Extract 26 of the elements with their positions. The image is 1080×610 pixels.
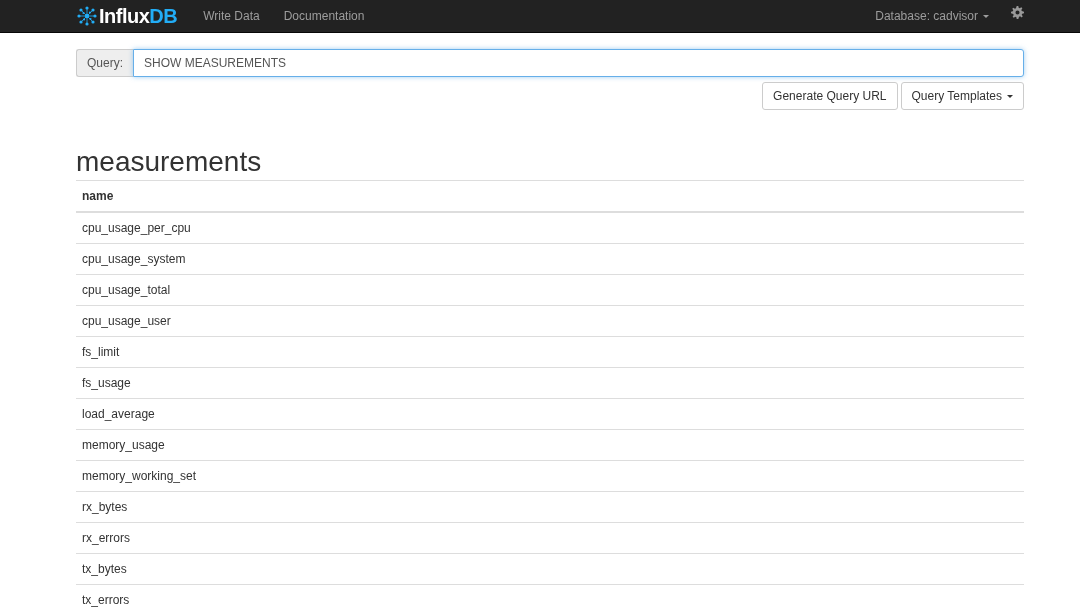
table-cell: memory_working_set <box>76 460 1024 492</box>
column-header: name <box>76 180 1024 212</box>
caret-icon <box>1007 94 1013 98</box>
table-cell: cpu_usage_user <box>76 305 1024 337</box>
query-input[interactable]: SHOW MEASUREMENTS <box>133 49 1024 77</box>
result-title: measurements <box>76 146 263 178</box>
dropdown-button[interactable]: Query Templates <box>900 82 1024 110</box>
table-cell: rx_bytes <box>76 491 1024 523</box>
brand-logo[interactable]: InfluxDB <box>76 4 178 28</box>
table-cell: memory_usage <box>76 429 1024 461</box>
table-cell: cpu_usage_system <box>76 243 1024 275</box>
table-cell: fs_usage <box>76 367 1024 399</box>
action-button[interactable]: Generate Query URL <box>762 82 898 110</box>
table-cell: rx_errors <box>76 522 1024 554</box>
query-label: Query: <box>76 49 133 77</box>
settings-icon[interactable] <box>1011 5 1024 19</box>
table-cell: fs_limit <box>76 336 1024 368</box>
nav-link[interactable]: Documentation <box>283 9 365 23</box>
table-cell: tx_bytes <box>76 553 1024 585</box>
table-cell: cpu_usage_total <box>76 274 1024 306</box>
caret-icon <box>983 14 989 18</box>
database-dropdown[interactable]: Database: cadvisor <box>875 9 989 23</box>
table-cell: tx_errors <box>76 584 1024 610</box>
table-cell: load_average <box>76 398 1024 430</box>
nav-link[interactable]: Write Data <box>203 9 260 23</box>
table-cell: cpu_usage_per_cpu <box>76 212 1024 244</box>
